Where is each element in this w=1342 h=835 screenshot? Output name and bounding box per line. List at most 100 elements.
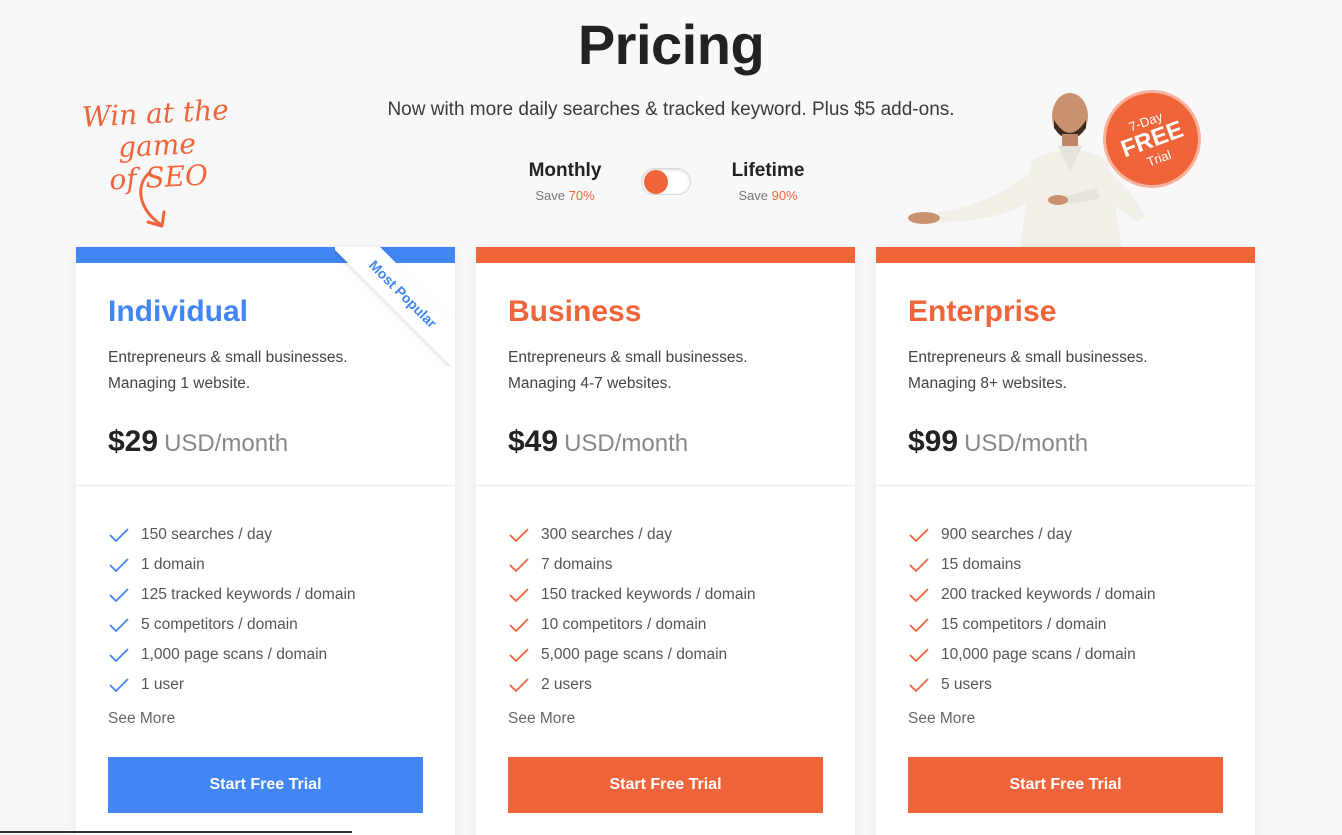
feature-text: 1 user: [141, 676, 185, 693]
divider: [76, 485, 455, 486]
pricing-page: Pricing Now with more daily searches & t…: [0, 0, 1342, 835]
plan-card-business: Business Entrepreneurs & small businesse…: [476, 247, 855, 835]
price-amount: $99: [908, 425, 959, 458]
toggle-knob: [644, 170, 668, 194]
check-icon: [509, 618, 529, 633]
plan-name: Enterprise: [908, 295, 1057, 328]
save-prefix: Save: [738, 188, 768, 203]
feature-text: 900 searches / day: [941, 526, 1072, 543]
feature-item: 2 users: [508, 670, 756, 700]
price-amount: $29: [108, 425, 159, 458]
plan-description: Entrepreneurs & small businesses. Managi…: [908, 345, 1148, 397]
feature-item: 5 competitors / domain: [108, 610, 356, 640]
check-icon: [509, 528, 529, 543]
feature-text: 10 competitors / domain: [541, 616, 707, 633]
divider: [876, 485, 1255, 486]
check-icon: [909, 588, 929, 603]
plan-description-line1: Entrepreneurs & small businesses.: [508, 349, 748, 366]
check-icon: [509, 648, 529, 663]
feature-text: 7 domains: [541, 556, 613, 573]
billing-monthly-save: Save 70%: [510, 188, 620, 203]
price-period: USD/month: [964, 430, 1089, 457]
feature-item: 1,000 page scans / domain: [108, 640, 356, 670]
check-icon: [509, 558, 529, 573]
feature-item: 10,000 page scans / domain: [908, 640, 1156, 670]
plan-description-line1: Entrepreneurs & small businesses.: [108, 349, 348, 366]
feature-item: 15 domains: [908, 550, 1156, 580]
feature-item: 300 searches / day: [508, 520, 756, 550]
plan-description: Entrepreneurs & small businesses. Managi…: [508, 345, 748, 397]
price-amount: $49: [508, 425, 559, 458]
feature-text: 15 domains: [941, 556, 1022, 573]
feature-text: 5 users: [941, 676, 992, 693]
feature-item: 150 tracked keywords / domain: [508, 580, 756, 610]
feature-text: 5,000 page scans / domain: [541, 646, 728, 663]
feature-text: 125 tracked keywords / domain: [141, 586, 356, 603]
see-more-link[interactable]: See More: [508, 710, 575, 728]
billing-lifetime-label: Lifetime: [731, 160, 805, 181]
ribbon-label: Most Popular: [335, 247, 455, 367]
feature-text: 2 users: [541, 676, 592, 693]
check-icon: [109, 588, 129, 603]
check-icon: [909, 648, 929, 663]
handwritten-note-line1: Win at the game: [81, 93, 230, 165]
feature-text: 1 domain: [141, 556, 205, 573]
feature-item: 200 tracked keywords / domain: [908, 580, 1156, 610]
billing-option-lifetime[interactable]: Lifetime Save 90%: [718, 160, 818, 203]
plan-price: $49 USD/month: [508, 425, 688, 459]
feature-list: 300 searches / day 7 domains 150 tracked…: [508, 520, 756, 700]
check-icon: [109, 528, 129, 543]
feature-text: 10,000 page scans / domain: [941, 646, 1136, 663]
curved-arrow-icon: [139, 172, 166, 228]
divider: [476, 485, 855, 486]
plan-description: Entrepreneurs & small businesses. Managi…: [108, 345, 348, 397]
plan-color-bar: [476, 247, 855, 263]
check-icon: [109, 678, 129, 693]
feature-item: 5,000 page scans / domain: [508, 640, 756, 670]
billing-toggle[interactable]: [641, 168, 691, 195]
plan-description-line1: Entrepreneurs & small businesses.: [908, 349, 1148, 366]
plan-description-line2: Managing 1 website.: [108, 375, 251, 392]
plan-price: $29 USD/month: [108, 425, 288, 459]
start-free-trial-button[interactable]: Start Free Trial: [908, 757, 1223, 813]
price-period: USD/month: [164, 430, 289, 457]
plan-color-bar: [876, 247, 1255, 263]
plan-name: Individual: [108, 295, 249, 328]
feature-list: 900 searches / day 15 domains 200 tracke…: [908, 520, 1156, 700]
see-more-link[interactable]: See More: [108, 710, 175, 728]
start-free-trial-button[interactable]: Start Free Trial: [508, 757, 823, 813]
start-free-trial-button[interactable]: Start Free Trial: [108, 757, 423, 813]
feature-item: 125 tracked keywords / domain: [108, 580, 356, 610]
plan-card-enterprise: Enterprise Entrepreneurs & small busines…: [876, 247, 1255, 835]
feature-text: 300 searches / day: [541, 526, 672, 543]
feature-list: 150 searches / day 1 domain 125 tracked …: [108, 520, 356, 700]
feature-text: 15 competitors / domain: [941, 616, 1107, 633]
save-percent: 90%: [771, 188, 798, 203]
most-popular-ribbon: Most Popular: [335, 247, 455, 367]
feature-item: 7 domains: [508, 550, 756, 580]
plan-name: Business: [508, 295, 642, 328]
plan-description-line2: Managing 8+ websites.: [908, 375, 1067, 392]
check-icon: [109, 558, 129, 573]
feature-text: 150 tracked keywords / domain: [541, 586, 756, 603]
feature-text: 150 searches / day: [141, 526, 272, 543]
billing-monthly-label: Monthly: [528, 160, 602, 181]
feature-item: 15 competitors / domain: [908, 610, 1156, 640]
feature-text: 200 tracked keywords / domain: [941, 586, 1156, 603]
save-percent: 70%: [568, 188, 595, 203]
plan-price: $99 USD/month: [908, 425, 1088, 459]
bottom-edge-line: [0, 831, 352, 833]
check-icon: [109, 618, 129, 633]
feature-item: 1 user: [108, 670, 356, 700]
check-icon: [909, 618, 929, 633]
check-icon: [109, 648, 129, 663]
feature-text: 5 competitors / domain: [141, 616, 298, 633]
check-icon: [909, 528, 929, 543]
billing-option-monthly[interactable]: Monthly Save 70%: [510, 160, 620, 203]
feature-item: 150 searches / day: [108, 520, 356, 550]
check-icon: [909, 678, 929, 693]
check-icon: [509, 678, 529, 693]
see-more-link[interactable]: See More: [908, 710, 975, 728]
feature-item: 10 competitors / domain: [508, 610, 756, 640]
plan-card-individual: Most Popular Individual Entrepreneurs & …: [76, 247, 455, 835]
